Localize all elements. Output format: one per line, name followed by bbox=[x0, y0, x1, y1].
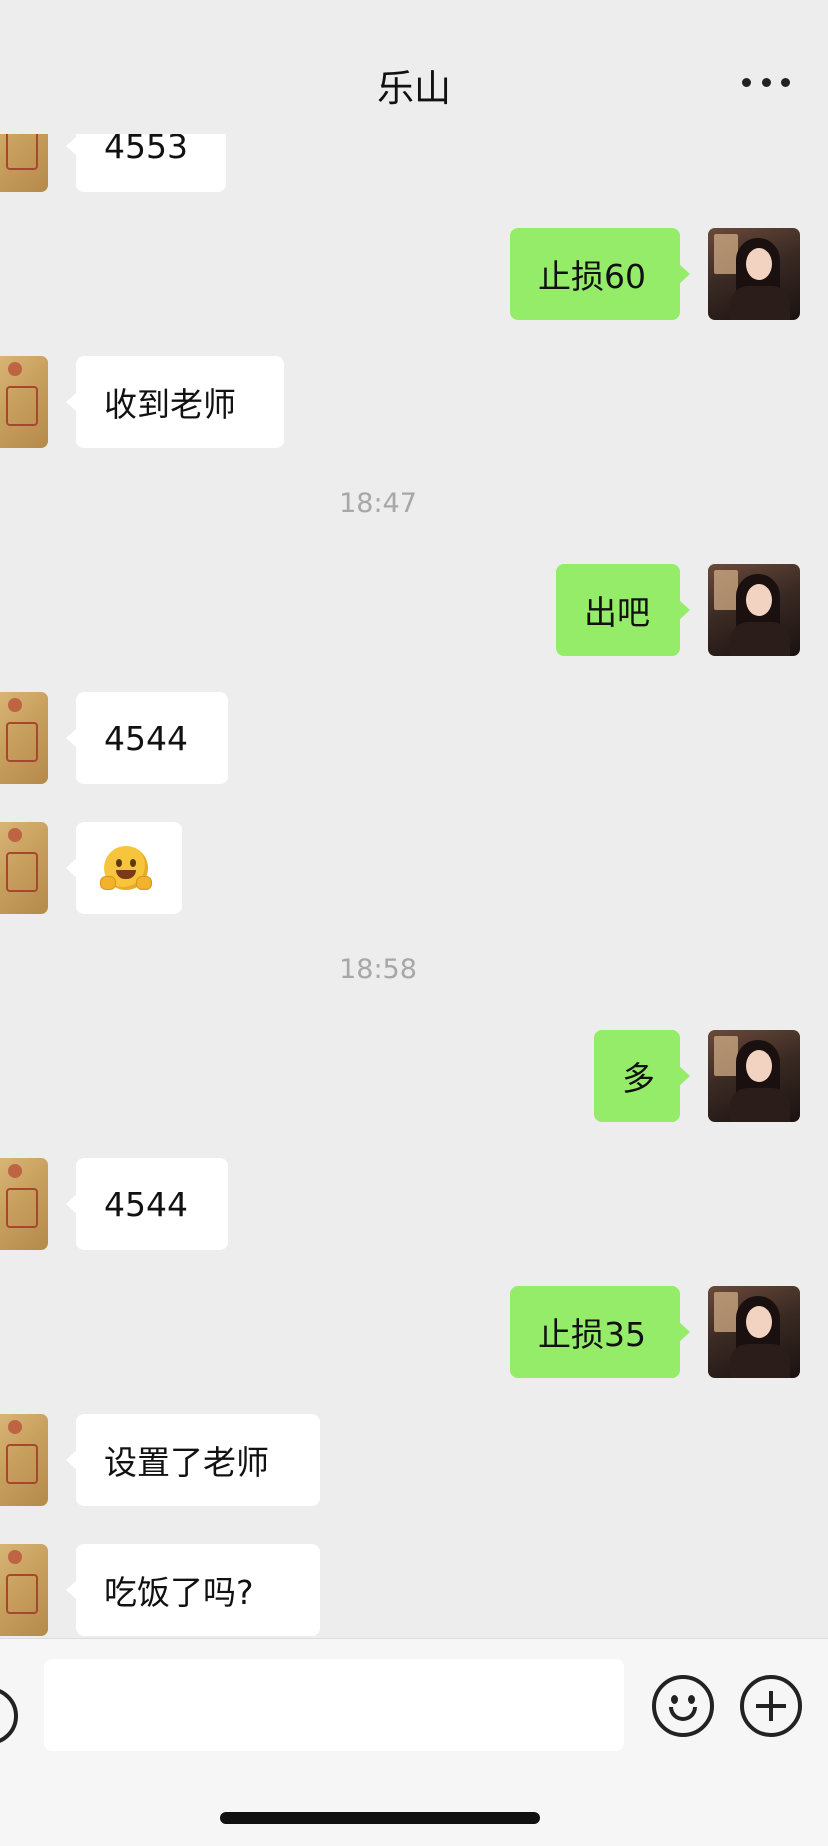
chat-header: 乐山 bbox=[0, 0, 828, 134]
contact-avatar[interactable] bbox=[0, 822, 48, 914]
contact-avatar[interactable] bbox=[0, 356, 48, 448]
message-text: 收到老师 bbox=[104, 385, 236, 424]
message-text: 多 bbox=[622, 1059, 655, 1098]
message-bubble[interactable]: 设置了老师 bbox=[66, 1414, 320, 1506]
message-bubble[interactable]: 4544 bbox=[66, 1158, 228, 1250]
my-avatar[interactable] bbox=[708, 1030, 800, 1122]
message-bubble[interactable]: 4544 bbox=[66, 692, 228, 784]
chat-message-list[interactable]: 4553 止损60 收到老师 18:47 出吧 4544 18:58 多 454… bbox=[0, 0, 828, 1638]
my-avatar[interactable] bbox=[708, 564, 800, 656]
timestamp: 18:47 bbox=[339, 488, 417, 519]
message-bubble[interactable]: 止损35 bbox=[510, 1286, 690, 1378]
message-input[interactable] bbox=[44, 1659, 624, 1751]
my-avatar[interactable] bbox=[708, 1286, 800, 1378]
my-avatar[interactable] bbox=[708, 228, 800, 320]
contact-avatar[interactable] bbox=[0, 1158, 48, 1250]
message-bubble[interactable]: 止损60 bbox=[510, 228, 690, 320]
chat-title: 乐山 bbox=[377, 67, 451, 110]
plus-icon[interactable] bbox=[740, 1675, 802, 1737]
timestamp: 18:58 bbox=[339, 954, 417, 985]
message-bubble[interactable]: 吃饭了吗? bbox=[66, 1544, 320, 1636]
smiling-hands-emoji-icon bbox=[100, 846, 152, 890]
message-bubble[interactable] bbox=[66, 822, 182, 914]
voice-icon[interactable] bbox=[0, 1687, 18, 1745]
message-text: 4544 bbox=[104, 1184, 188, 1224]
message-text: 4544 bbox=[104, 718, 188, 758]
message-text: 吃饭了吗? bbox=[104, 1573, 254, 1612]
contact-avatar[interactable] bbox=[0, 692, 48, 784]
message-bubble[interactable]: 多 bbox=[594, 1030, 690, 1122]
home-indicator[interactable] bbox=[220, 1812, 540, 1824]
more-dots-icon[interactable] bbox=[742, 76, 790, 88]
message-bubble[interactable]: 出吧 bbox=[556, 564, 690, 656]
message-text: 止损60 bbox=[538, 257, 646, 296]
contact-avatar[interactable] bbox=[0, 1544, 48, 1636]
message-bubble[interactable]: 收到老师 bbox=[66, 356, 284, 448]
message-text: 止损35 bbox=[538, 1315, 646, 1354]
contact-avatar[interactable] bbox=[0, 1414, 48, 1506]
message-text: 设置了老师 bbox=[104, 1443, 269, 1482]
smile-icon[interactable] bbox=[652, 1675, 714, 1737]
message-text: 出吧 bbox=[584, 593, 650, 632]
